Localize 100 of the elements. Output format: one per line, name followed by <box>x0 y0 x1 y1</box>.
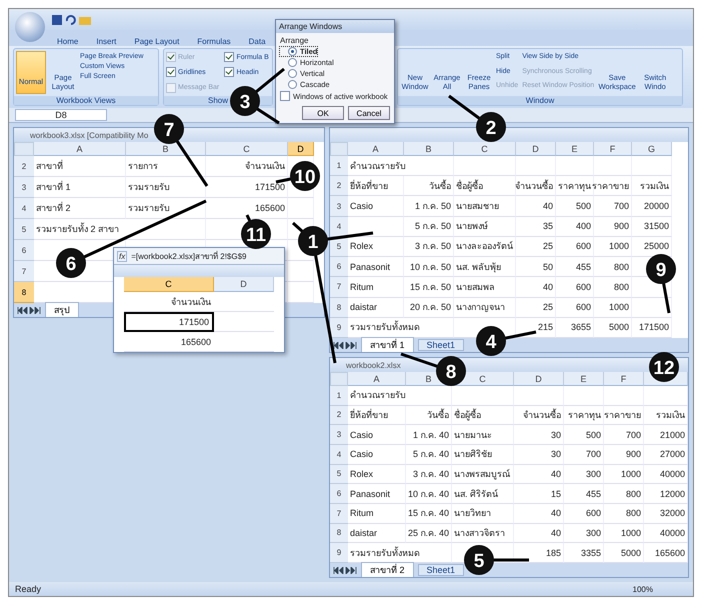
table-cell: จำนวนเงิน <box>206 156 288 177</box>
table-cell: 20 ก.ค. 50 <box>404 298 454 318</box>
column-header[interactable]: D <box>516 142 556 156</box>
dialog-button[interactable]: OK <box>302 106 344 120</box>
group-label: Workbook Views <box>14 96 158 105</box>
row-header[interactable]: 6 <box>14 240 34 261</box>
ribbon-tab[interactable]: Data <box>246 37 268 46</box>
sheet-tab[interactable]: Sheet1 <box>418 339 464 351</box>
table-cell: 700 <box>604 425 644 445</box>
column-header[interactable]: C <box>124 277 214 292</box>
row-header[interactable]: 6 <box>330 484 348 504</box>
callout-badge: 5 <box>464 545 494 575</box>
dialog-button[interactable]: Cancel <box>348 106 390 120</box>
table-cell: รวมรายรับทั้ง 2 สาขา <box>34 219 206 240</box>
table-cell: ราคาทุน <box>556 176 594 196</box>
row-header[interactable]: 5 <box>330 464 348 484</box>
table-cell: นางละอองรัตน์ <box>454 236 516 258</box>
row-header[interactable]: 7 <box>14 261 34 282</box>
column-header[interactable]: D <box>214 277 274 292</box>
column-header[interactable]: B <box>404 142 454 156</box>
table-cell: สาขาที่ <box>34 156 126 177</box>
row-header[interactable]: 9 <box>330 543 348 563</box>
table-cell: 300 <box>564 524 604 544</box>
table-cell: 900 <box>594 216 632 237</box>
table-cell: 27000 <box>644 444 688 465</box>
table-cell: จำนวนซื้อ <box>514 406 564 426</box>
function-label[interactable]: fx <box>117 250 128 262</box>
table-cell: 40 <box>516 277 556 298</box>
zoom-level[interactable]: 100% <box>632 584 653 594</box>
callout-badge: 2 <box>476 112 506 142</box>
row-header[interactable]: 2 <box>14 156 34 177</box>
ribbon-tab[interactable]: Formulas <box>195 37 233 46</box>
column-header[interactable]: A <box>348 372 406 386</box>
table-cell <box>556 156 594 176</box>
table-cell: 455 <box>556 257 594 278</box>
table-cell <box>452 386 514 406</box>
table-cell: Panasonit <box>348 484 406 504</box>
table-cell: 15 <box>514 484 564 504</box>
column-header[interactable]: F <box>604 372 644 386</box>
table-cell: 300 <box>564 464 604 484</box>
table-cell: 1000 <box>604 464 644 484</box>
sheet-tab[interactable]: สรุป <box>45 302 79 317</box>
column-header[interactable]: A <box>348 142 404 156</box>
row-header[interactable]: 8 <box>14 282 34 303</box>
row-header[interactable]: 4 <box>330 444 348 465</box>
row-header[interactable]: 4 <box>14 198 34 219</box>
table-cell: สาขาที่ 2 <box>34 198 126 219</box>
table-cell: ชื่อผู้ซื้อ <box>452 406 514 426</box>
row-header[interactable]: 6 <box>330 257 348 278</box>
table-cell: 700 <box>564 444 604 465</box>
sheet-tab[interactable]: Sheet1 <box>418 564 464 576</box>
callout-badge: 10 <box>290 161 320 191</box>
column-header[interactable]: A <box>34 142 126 156</box>
ribbon-tab[interactable]: Home <box>55 37 80 46</box>
row-header[interactable]: 2 <box>330 406 348 426</box>
row-header[interactable]: 8 <box>330 298 348 318</box>
row-header[interactable]: 8 <box>330 524 348 544</box>
table-cell: 800 <box>594 257 632 278</box>
row-header[interactable]: 3 <box>14 177 34 198</box>
table-cell: วันซื้อ <box>406 406 452 426</box>
column-header[interactable]: D <box>514 372 564 386</box>
table-cell: 40 <box>514 464 564 484</box>
ribbon-tab[interactable]: Page Layout <box>132 37 182 46</box>
name-box[interactable]: D8 <box>15 109 107 121</box>
column-header[interactable]: C <box>454 142 516 156</box>
row-header[interactable]: 5 <box>14 219 34 240</box>
column-header[interactable]: D <box>288 142 314 156</box>
row-header[interactable]: 9 <box>330 318 348 338</box>
table-cell: ราคาขาย <box>604 406 644 426</box>
ribbon-tab[interactable]: Insert <box>94 37 118 46</box>
column-header[interactable]: B <box>126 142 206 156</box>
table-cell: Casio <box>348 425 406 445</box>
column-header[interactable]: C <box>206 142 288 156</box>
sheet-nav-icon[interactable] <box>333 566 357 574</box>
group-label: Arrange <box>280 36 310 45</box>
row-header[interactable]: 1 <box>330 386 348 406</box>
table-cell: Ritum <box>348 504 406 524</box>
row-header[interactable]: 4 <box>330 216 348 237</box>
row-header[interactable]: 1 <box>330 156 348 176</box>
sheet-nav-icon[interactable] <box>17 306 41 314</box>
table-cell: 600 <box>556 277 594 298</box>
row-header[interactable]: 3 <box>330 196 348 217</box>
column-header[interactable]: G <box>632 142 672 156</box>
row-header[interactable]: 7 <box>330 504 348 524</box>
callout-badge: 3 <box>230 86 260 116</box>
table-cell: 165600 <box>206 198 288 219</box>
table-cell: 165600 <box>124 332 214 352</box>
column-header[interactable]: E <box>564 372 604 386</box>
column-header[interactable]: F <box>594 142 632 156</box>
table-cell <box>604 386 644 406</box>
row-header[interactable]: 2 <box>330 176 348 196</box>
sheet-nav-icon[interactable] <box>333 342 357 348</box>
row-header[interactable]: 7 <box>330 277 348 298</box>
table-cell: 400 <box>556 216 594 237</box>
sheet-tab[interactable]: สาขาที่ 1 <box>361 337 414 352</box>
column-header[interactable]: E <box>556 142 594 156</box>
sheet-tab[interactable]: สาขาที่ 2 <box>361 562 414 577</box>
row-header[interactable]: 3 <box>330 425 348 445</box>
formula-text: =[workbook2.xlsx]สาขาที่ 2!$G$9 <box>131 250 247 262</box>
table-cell: 40 <box>514 504 564 524</box>
